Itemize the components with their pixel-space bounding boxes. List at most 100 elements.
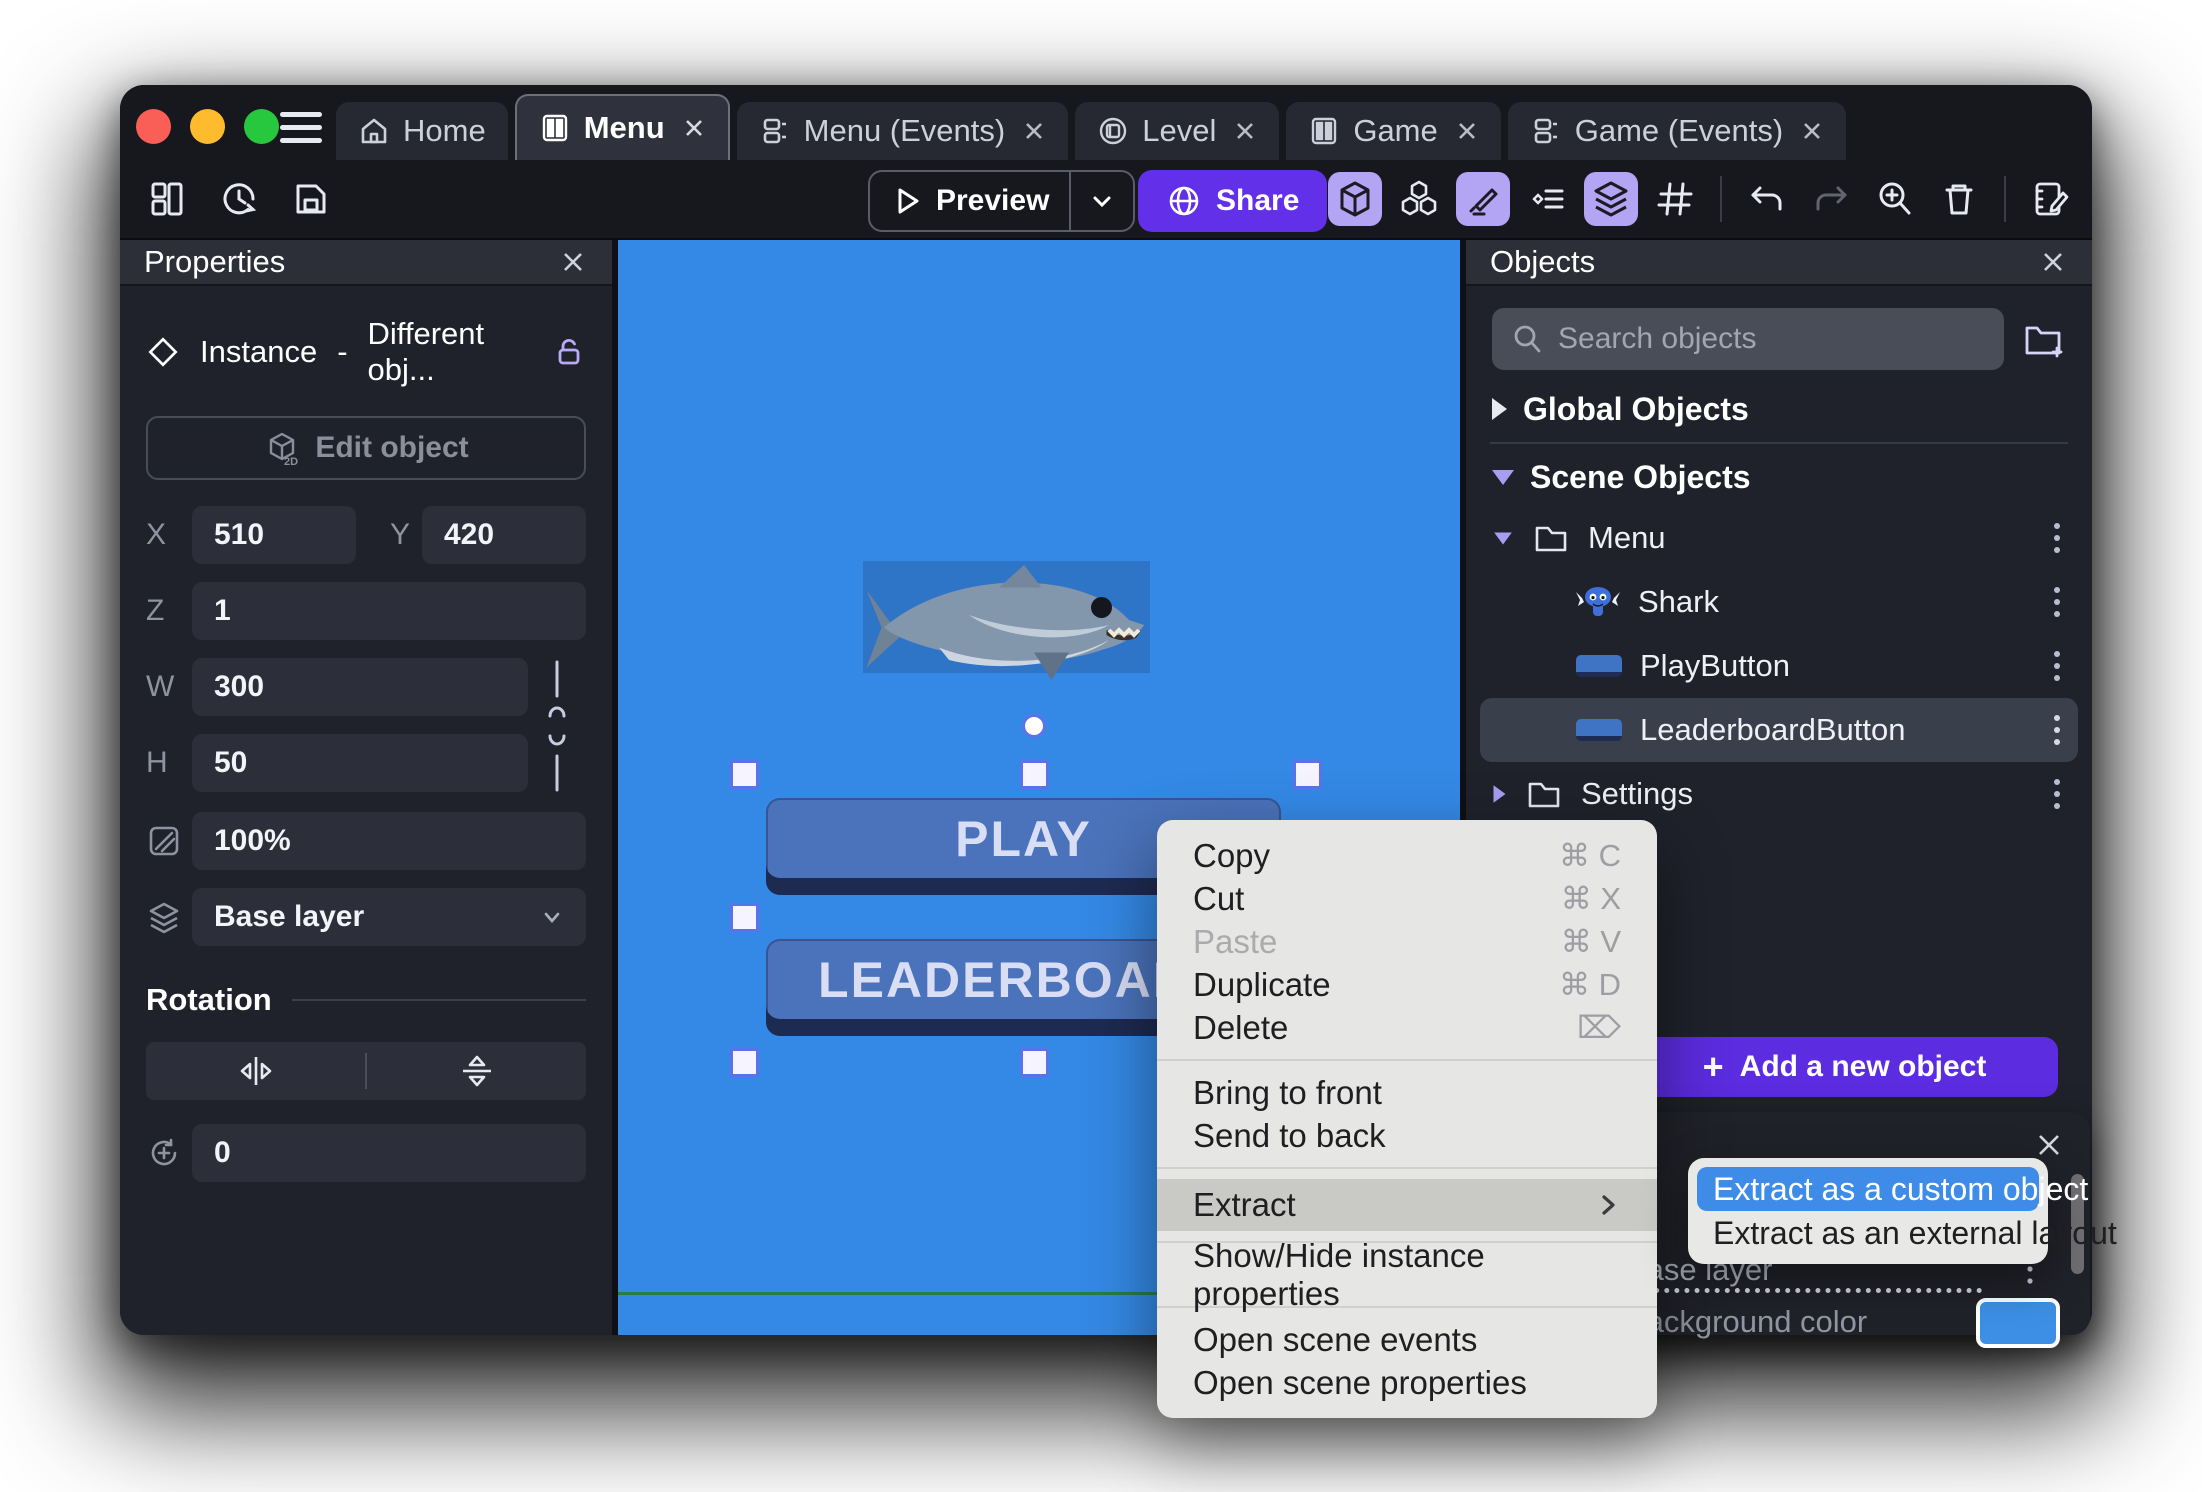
menu-item-duplicate[interactable]: Duplicate ⌘ D	[1157, 963, 1657, 1006]
close-layers-icon[interactable]	[2032, 1128, 2066, 1162]
kebab-menu-icon[interactable]	[2050, 648, 2064, 684]
z-field[interactable]: 1	[192, 582, 586, 640]
add-folder-icon[interactable]	[2020, 316, 2066, 362]
y-field[interactable]: 420	[422, 506, 586, 564]
main-menu-icon[interactable]	[280, 112, 322, 143]
menu-item-paste: Paste ⌘ V	[1193, 922, 1621, 960]
height-field[interactable]: 50	[192, 734, 528, 792]
scene-properties-icon[interactable]	[2024, 172, 2078, 226]
menu-item-open-scene-events[interactable]: Open scene events	[1157, 1318, 1657, 1361]
share-button[interactable]: Share	[1138, 170, 1328, 232]
close-properties-icon[interactable]	[558, 247, 588, 277]
close-objects-icon[interactable]	[2038, 247, 2068, 277]
instance-list-icon[interactable]	[1520, 172, 1574, 226]
x-field[interactable]: 510	[192, 506, 356, 564]
submenu-item-extract-custom-object[interactable]: Extract as a custom object	[1697, 1167, 2088, 1211]
selection-handle[interactable]	[1023, 763, 1046, 786]
rotation-field[interactable]: 0	[192, 1124, 586, 1182]
close-tab-icon[interactable]	[1022, 119, 1046, 143]
selection-rotate-handle[interactable]	[1025, 717, 1043, 735]
tree-item-playbutton[interactable]: PlayButton	[1480, 634, 2078, 698]
opacity-field[interactable]: 100%	[192, 812, 586, 870]
layer-select[interactable]: Base layer	[192, 888, 586, 946]
instances-icon[interactable]	[1392, 172, 1446, 226]
search-box[interactable]	[1492, 308, 2004, 370]
grid-icon[interactable]	[1648, 172, 1702, 226]
edit-object-button[interactable]: 2D Edit object	[146, 416, 586, 480]
kebab-menu-icon[interactable]	[2050, 520, 2064, 556]
tree-folder-menu[interactable]: Menu	[1480, 506, 2078, 570]
zoom-in-icon[interactable]	[1868, 172, 1922, 226]
add-object-label: Add a new object	[1739, 1050, 1987, 1083]
collapse-arrow-icon	[1492, 398, 1507, 420]
tree-item-label: Menu	[1588, 520, 1666, 555]
tree-item-label: LeaderboardButton	[1640, 712, 1906, 747]
unlock-icon[interactable]	[552, 335, 586, 369]
kebab-menu-icon[interactable]	[2050, 776, 2064, 812]
kebab-menu-icon[interactable]	[2050, 584, 2064, 620]
zoom-window-button[interactable]	[244, 109, 279, 144]
tab-home[interactable]: Home	[336, 102, 508, 160]
tab-game[interactable]: Game	[1286, 102, 1501, 160]
close-tab-icon[interactable]	[1455, 119, 1479, 143]
tab-game-events[interactable]: Game (Events)	[1507, 102, 1847, 160]
width-field[interactable]: 300	[192, 658, 528, 716]
trash-icon[interactable]	[1932, 172, 1986, 226]
z-label: Z	[146, 594, 165, 627]
menu-item-cut[interactable]: Cut ⌘ X	[1157, 877, 1657, 920]
undo-icon[interactable]	[1740, 172, 1794, 226]
preview-button[interactable]: Preview	[868, 170, 1136, 232]
tab-label: Game (Events)	[1574, 113, 1784, 148]
flip-controls	[146, 1042, 586, 1100]
flip-horizontal-button[interactable]	[146, 1053, 365, 1089]
tree-item-shark[interactable]: Shark	[1480, 570, 2078, 634]
redo-icon[interactable]	[1804, 172, 1858, 226]
tab-menu-events[interactable]: Menu (Events)	[736, 102, 1069, 160]
toolbar-divider	[2004, 176, 2006, 222]
menu-item-copy[interactable]: Copy ⌘ C	[1157, 834, 1657, 877]
tab-menu[interactable]: Menu	[514, 94, 730, 160]
tab-label: Game	[1353, 113, 1438, 148]
link-size-icon[interactable]	[528, 658, 586, 794]
menu-item-bring-to-front[interactable]: Bring to front	[1157, 1071, 1657, 1114]
menu-item-send-to-back[interactable]: Send to back	[1157, 1114, 1657, 1157]
panels-layout-icon[interactable]	[140, 172, 194, 226]
edit-mode-icon[interactable]	[1456, 172, 1510, 226]
background-color-swatch[interactable]	[1976, 1298, 2060, 1348]
tree-divider	[1490, 442, 2068, 444]
close-tab-icon[interactable]	[1800, 119, 1824, 143]
selection-handle[interactable]	[733, 763, 756, 786]
menu-item-open-scene-properties[interactable]: Open scene properties	[1157, 1361, 1657, 1404]
flip-vertical-button[interactable]	[367, 1051, 586, 1091]
history-icon[interactable]	[212, 172, 266, 226]
selection-handle[interactable]	[1296, 763, 1319, 786]
search-input[interactable]	[1558, 322, 1986, 356]
title-bar: Home Menu Menu (Events) Level Game Game …	[120, 85, 2092, 160]
save-icon[interactable]	[284, 172, 338, 226]
traffic-lights	[136, 109, 279, 144]
add-object-button[interactable]: + Add a new object	[1631, 1037, 2058, 1097]
layers-icon[interactable]	[1584, 172, 1638, 226]
minimize-window-button[interactable]	[190, 109, 225, 144]
objects-search-row	[1492, 308, 2066, 370]
submenu-item-extract-external-layout[interactable]: Extract as an external layout	[1697, 1211, 2117, 1255]
selection-handle[interactable]	[733, 906, 756, 929]
menu-item-show-hide-instance-properties[interactable]: Show/Hide instance properties	[1157, 1237, 1657, 1312]
close-tab-icon[interactable]	[682, 116, 706, 140]
scene-objects-section[interactable]: Scene Objects	[1480, 448, 2078, 506]
tree-folder-settings[interactable]: Settings	[1480, 762, 2078, 826]
objects-panel-icon[interactable]	[1328, 172, 1382, 226]
tree-item-leaderboardbutton[interactable]: LeaderboardButton	[1480, 698, 2078, 762]
chevron-down-icon[interactable]	[1071, 188, 1133, 214]
tab-level[interactable]: Level	[1075, 102, 1280, 160]
shark-instance[interactable]	[863, 561, 1150, 680]
close-tab-icon[interactable]	[1233, 119, 1257, 143]
menu-item-delete[interactable]: Delete ⌦	[1157, 1006, 1657, 1049]
instance-label: Instance	[200, 334, 318, 369]
kebab-menu-icon[interactable]	[2050, 712, 2064, 748]
selection-handle[interactable]	[733, 1051, 756, 1074]
selection-handle[interactable]	[1023, 1051, 1046, 1074]
close-window-button[interactable]	[136, 109, 171, 144]
global-objects-section[interactable]: Global Objects	[1480, 380, 2078, 438]
menu-item-extract[interactable]: Extract	[1157, 1179, 1657, 1231]
